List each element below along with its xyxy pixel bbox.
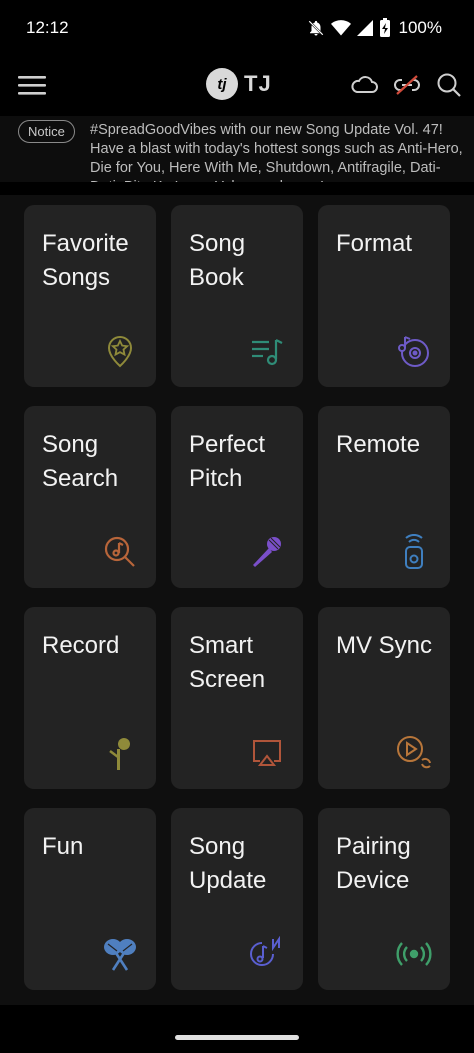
status-icons: 100% (307, 18, 442, 38)
notice-bar[interactable]: Notice #SpreadGoodVibes with our new Son… (0, 116, 474, 182)
disc-music-icon (396, 333, 432, 369)
search-icon[interactable] (436, 72, 462, 98)
tile-song-book[interactable]: Song Book (171, 205, 303, 387)
tile-label: Perfect Pitch (189, 431, 266, 492)
logo-badge: tj (206, 68, 238, 100)
battery-charging-icon (379, 18, 391, 38)
tile-label: Song Update (189, 833, 267, 894)
signal-icon (356, 20, 373, 36)
tile-label: Pairing Device (336, 833, 411, 894)
broadcast-icon (396, 936, 432, 972)
battery-percent: 100% (398, 18, 442, 37)
tile-song-search[interactable]: Song Search (24, 406, 156, 588)
song-list-icon (249, 333, 285, 369)
video-sync-icon (396, 735, 432, 771)
cloud-icon[interactable] (350, 73, 378, 97)
maracas-icon (102, 936, 138, 972)
cast-screen-icon (249, 735, 285, 771)
tile-perfect-pitch[interactable]: Perfect Pitch (171, 406, 303, 588)
tile-label: Remote (336, 431, 421, 458)
music-search-icon (102, 534, 138, 570)
tile-label: Song Book (189, 230, 246, 291)
wifi-icon (330, 19, 351, 37)
tile-label: Favorite Songs (42, 230, 129, 291)
tile-format[interactable]: Format (318, 205, 450, 387)
bell-off-icon (307, 19, 325, 37)
app-bar: tj TJ (0, 62, 474, 112)
favorite-star-pin-icon (102, 333, 138, 369)
tile-smart-screen[interactable]: Smart Screen (171, 607, 303, 789)
tile-label: Smart Screen (189, 632, 266, 693)
tile-mv-sync[interactable]: MV Sync (318, 607, 450, 789)
tile-label: MV Sync (336, 632, 433, 659)
tile-remote[interactable]: Remote (318, 406, 450, 588)
tile-label: Song Search (42, 431, 119, 492)
tile-fun[interactable]: Fun (24, 808, 156, 990)
notice-text: #SpreadGoodVibes with our new Song Updat… (90, 122, 463, 182)
tile-label: Fun (42, 833, 84, 860)
tile-record[interactable]: Record (24, 607, 156, 789)
tile-pairing-device[interactable]: Pairing Device (318, 808, 450, 990)
new-music-icon (249, 936, 285, 972)
logo-text: TJ (244, 71, 272, 96)
hamburger-menu-icon[interactable] (18, 74, 46, 101)
tile-favorite-songs[interactable]: Favorite Songs (24, 205, 156, 387)
microphone-icon (249, 534, 285, 570)
record-mic-icon (102, 735, 138, 771)
tile-label: Format (336, 230, 413, 257)
notice-badge: Notice (18, 120, 75, 143)
status-time: 12:12 (26, 18, 69, 37)
menu-grid: Favorite Songs Song Book Format Song Sea… (0, 195, 474, 1005)
remote-icon (396, 534, 432, 570)
tile-label: Record (42, 632, 120, 659)
status-bar: 12:12 100% (0, 0, 474, 56)
gesture-nav-handle[interactable] (175, 1035, 299, 1040)
app-logo: tj TJ (206, 68, 272, 100)
link-off-icon[interactable] (392, 73, 422, 97)
tile-song-update[interactable]: Song Update (171, 808, 303, 990)
app-actions (350, 72, 462, 98)
